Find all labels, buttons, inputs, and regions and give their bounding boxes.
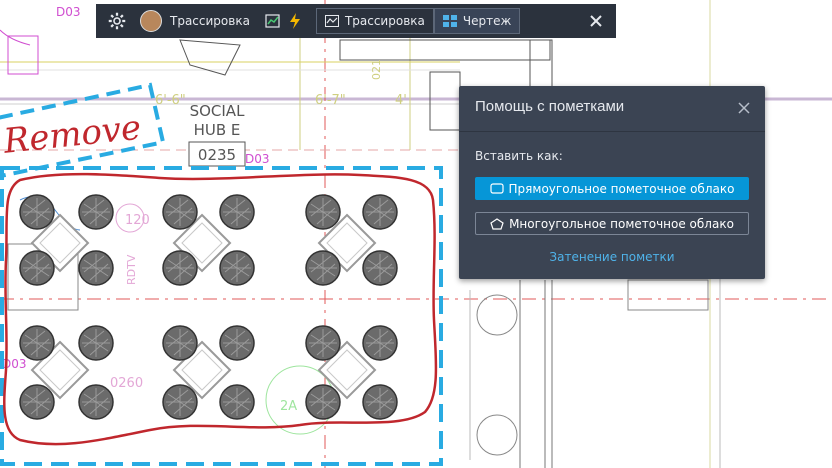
dim-label-1: 6'-6" — [155, 93, 186, 108]
user-name: Трассировка — [170, 14, 250, 28]
panel-title: Помощь с пометками — [475, 98, 625, 115]
close-icon[interactable] — [586, 11, 606, 31]
tag-0260: 0260 — [110, 376, 143, 391]
gear-icon[interactable] — [106, 10, 128, 32]
tag-rdtv: RDTV — [125, 254, 138, 285]
rect-cloud-label: Прямоугольное пометочное облако — [508, 181, 735, 196]
rect-cloud-button[interactable]: Прямоугольное пометочное облако — [475, 177, 749, 200]
room-name-line1: SOCIAL — [190, 102, 245, 120]
tag-2a: 2A — [280, 399, 297, 414]
dim-label-2: 6'-7" — [315, 93, 346, 108]
poly-cloud-label: Многоугольное пометочное облако — [509, 216, 734, 231]
furniture-group — [19, 194, 398, 420]
tag-021: 021 — [370, 59, 383, 80]
room-name-line2: HUB E — [194, 121, 241, 139]
insert-as-label: Вставить как: — [475, 149, 563, 163]
drawing-grid-icon — [442, 15, 457, 27]
tab-drawing-label: Чертеж — [462, 14, 512, 28]
room-number: 0235 — [198, 146, 236, 164]
panel-close-icon[interactable] — [737, 100, 751, 114]
tab-trace-label: Трассировка — [344, 14, 425, 28]
poly-cloud-icon — [490, 217, 504, 230]
tab-drawing[interactable]: Чертеж — [433, 8, 521, 34]
trace-tab-icon — [324, 15, 339, 27]
tag-120: 120 — [125, 213, 150, 228]
markup-remove-text: Remove — [1, 108, 143, 162]
markup-assist-panel: Помощь с пометками Вставить как: Прямоуг… — [459, 86, 765, 279]
tab-trace[interactable]: Трассировка — [315, 8, 434, 34]
tag-d03-top: D03 — [56, 5, 81, 19]
panel-divider — [459, 131, 765, 132]
top-toolbar: Трассировка Трассировка Чертеж — [96, 4, 616, 38]
lightning-icon[interactable] — [284, 10, 306, 32]
markup-chart-icon[interactable] — [262, 10, 284, 32]
poly-cloud-button[interactable]: Многоугольное пометочное облако — [475, 212, 749, 235]
dim-label-3: 4' — [395, 93, 407, 108]
markup-shading-link[interactable]: Затенение пометки — [459, 250, 765, 264]
rect-cloud-icon — [489, 183, 504, 194]
avatar[interactable] — [140, 10, 162, 32]
tag-d03-mid: D03 — [245, 152, 270, 166]
